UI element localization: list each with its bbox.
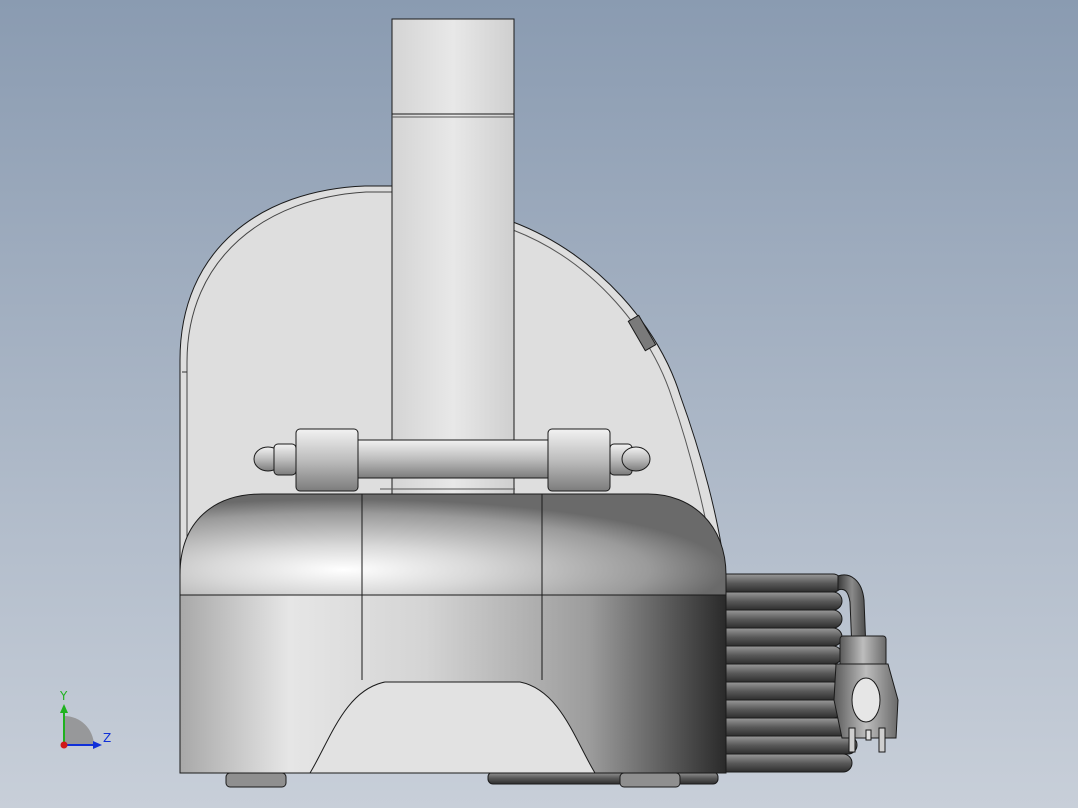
plug-ground-pin — [865, 729, 872, 741]
viewport-canvas[interactable]: Y Z — [0, 0, 1078, 808]
cord-coil-3 — [711, 609, 843, 629]
pivot-rod — [357, 439, 549, 479]
foot-right — [619, 772, 681, 788]
cord-coil-5 — [711, 645, 843, 665]
cord-coil-2 — [711, 591, 843, 611]
triad-y-label: Y — [59, 689, 68, 703]
triad-x-axis-dot — [60, 741, 68, 749]
plug-prong-left — [848, 727, 856, 753]
3d-viewport[interactable]: Y Z — [0, 0, 1078, 808]
cord-coil-11 — [711, 753, 853, 773]
plug-prong-right — [878, 727, 886, 753]
pivot-nut-left — [273, 443, 297, 476]
cord-coil-7 — [711, 681, 843, 701]
cord-coil-4 — [711, 627, 843, 647]
cord-coil-10 — [711, 735, 858, 755]
plug-face — [851, 677, 881, 723]
pivot-end-right — [621, 446, 651, 472]
cord-bottom-run — [487, 771, 719, 785]
triad-z-label: Z — [103, 731, 111, 745]
base-top-cap[interactable] — [179, 493, 727, 596]
plug-strain-relief — [839, 635, 887, 667]
cord-coil-6 — [711, 663, 843, 683]
cord-coil-9 — [711, 717, 853, 737]
cord-coil-1 — [711, 573, 843, 593]
pivot-bracket-left — [295, 428, 359, 492]
cord-coil-8 — [711, 699, 843, 719]
foot-left — [225, 772, 287, 788]
pivot-bracket-right — [547, 428, 611, 492]
feed-chute[interactable] — [391, 18, 515, 495]
